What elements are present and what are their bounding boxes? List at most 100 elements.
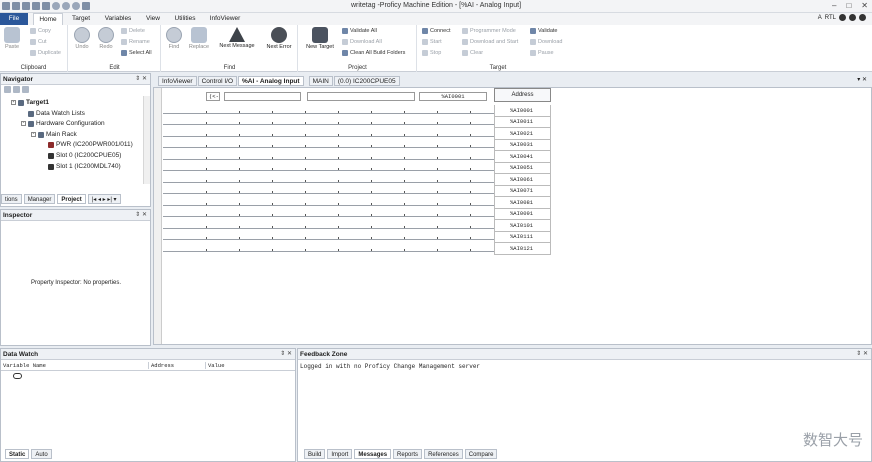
grid-header-field[interactable] [307,92,415,101]
address-cell[interactable]: %AI0101 [494,219,551,232]
address-cell[interactable]: %AI0001 [494,104,551,117]
grid-row[interactable] [163,229,495,240]
tab-target[interactable]: Target [66,13,96,25]
tab-view[interactable]: View [139,13,167,25]
grid-row[interactable] [163,217,495,229]
maximize-button[interactable]: □ [846,1,851,10]
select-all-button[interactable]: Select All [121,50,152,56]
tab-project[interactable]: Project [57,194,86,204]
next-error-button[interactable]: Next Error [262,27,296,50]
undo-button[interactable]: Undo [73,27,91,50]
tab-infoviewer[interactable]: InfoViewer [204,13,246,25]
info-icon[interactable] [839,14,846,21]
tab-reports[interactable]: Reports [393,449,423,459]
feedback-pin-close[interactable]: ⇕ ✕ [856,349,868,360]
grid-row[interactable] [163,114,495,125]
grid-header-prefix[interactable]: (<- [206,92,220,101]
close-button[interactable]: ✕ [861,1,868,10]
tree-node-main-rack[interactable]: - Main Rack [31,131,77,138]
column-value[interactable]: Value [205,362,225,369]
expand-icon[interactable]: - [21,121,26,126]
next-message-button[interactable]: Next Message [217,27,257,49]
grid-row[interactable] [163,171,495,183]
cut-button[interactable]: Cut [30,39,47,45]
navigator-tab-arrows[interactable]: |◂ ◂ ▸ ▸| ▾ [87,194,121,204]
programmer-mode-button[interactable]: Programmer Mode [462,28,516,34]
clear-button[interactable]: Clear [462,50,483,56]
address-cell[interactable]: %AI0081 [494,196,551,209]
tab-static[interactable]: Static [5,449,30,459]
download-button[interactable]: Download [530,39,562,45]
pause-button[interactable]: Pause [530,50,554,56]
doc-tab-control-io[interactable]: Control I/O [197,76,238,86]
grid-row[interactable] [163,206,495,217]
grid-row[interactable] [163,240,495,252]
address-cell[interactable]: %AI0031 [494,139,551,151]
font-size-icon[interactable]: A [818,15,822,21]
tab-auto[interactable]: Auto [31,449,52,459]
grid-row[interactable] [163,125,495,137]
new-target-button[interactable]: New Target [303,27,337,50]
address-cell[interactable]: %AI0111 [494,231,551,243]
minimize-button[interactable]: – [832,1,836,10]
column-address[interactable]: Address [148,362,174,369]
data-watch-pin-close[interactable]: ⇕ ✕ [280,349,292,360]
rename-button[interactable]: Rename [121,39,150,45]
grid-header-ref[interactable]: %AI0001 [419,92,487,101]
connect-button[interactable]: Connect [422,28,451,34]
tab-variables[interactable]: Variables [100,13,136,25]
clean-all-build-folders-button[interactable]: Clean All Build Folders [342,50,405,56]
tree-node-data-watch-lists[interactable]: Data Watch Lists [28,110,85,117]
grid-row[interactable] [163,160,495,171]
doc-tab-cpu[interactable]: (0.0) IC200CPUE05 [333,76,400,86]
download-and-start-button[interactable]: Download and Start [462,39,518,45]
delete-button[interactable]: Delete [121,28,145,34]
tree-node-target1[interactable]: - Target1 [11,99,49,106]
doc-tab-main[interactable]: MAIN [308,76,333,86]
grid-row[interactable] [163,194,495,206]
tree-node-slot0[interactable]: Slot 0 (IC200CPUE05) [48,152,121,159]
tab-file[interactable]: File [0,13,28,25]
rtl-toggle[interactable]: RTL [825,15,836,21]
column-variable-name[interactable]: Variable Name [3,362,46,369]
help-icon[interactable] [849,14,856,21]
grid-row[interactable] [163,102,495,114]
navigator-scrollbar[interactable] [143,96,150,184]
about-icon[interactable] [859,14,866,21]
inspector-pin-close[interactable]: ⇕ ✕ [135,210,147,221]
find-button[interactable]: Find [164,27,184,50]
address-cell[interactable]: %AI0011 [494,116,551,128]
address-cell[interactable]: %AI0021 [494,127,551,140]
tab-manager[interactable]: Manager [23,194,56,204]
paste-button[interactable]: Paste [3,27,21,50]
start-button[interactable]: Start [422,39,442,45]
expand-icon[interactable]: - [31,132,36,137]
grid-row[interactable] [163,137,495,148]
address-cell[interactable]: %AI0091 [494,208,551,220]
download-all-button[interactable]: Download All [342,39,382,45]
tab-compare[interactable]: Compare [464,449,498,459]
grid-row[interactable] [163,148,495,160]
address-cell[interactable]: %AI0061 [494,173,551,186]
doc-tab-infoviewer[interactable]: InfoViewer [158,76,197,86]
grid-row[interactable] [163,183,495,194]
tab-tions[interactable]: tions [1,194,22,204]
tab-utilities[interactable]: Utilities [170,13,200,25]
tab-references[interactable]: References [424,449,463,459]
tab-import[interactable]: Import [327,449,353,459]
tab-home[interactable]: Home [33,13,63,25]
duplicate-button[interactable]: Duplicate [30,50,61,56]
tree-node-slot1[interactable]: Slot 1 (IC200MDL740) [48,163,121,170]
nav-tool-icon[interactable] [4,86,11,93]
address-cell[interactable]: %AI0121 [494,242,551,255]
redo-button[interactable]: Redo [97,27,115,50]
address-cell[interactable]: %AI0041 [494,150,551,163]
validate-button[interactable]: Validate [530,28,557,34]
tree-node-pwr[interactable]: PWR (IC200PWR001/011) [48,141,133,148]
nav-tool-icon[interactable] [13,86,20,93]
tab-build[interactable]: Build [304,449,326,459]
watch-entry-icon[interactable] [13,373,22,379]
validate-all-button[interactable]: Validate All [342,28,377,34]
address-cell[interactable]: %AI0051 [494,162,551,174]
navigator-pin-close[interactable]: ⇕ ✕ [135,74,147,85]
